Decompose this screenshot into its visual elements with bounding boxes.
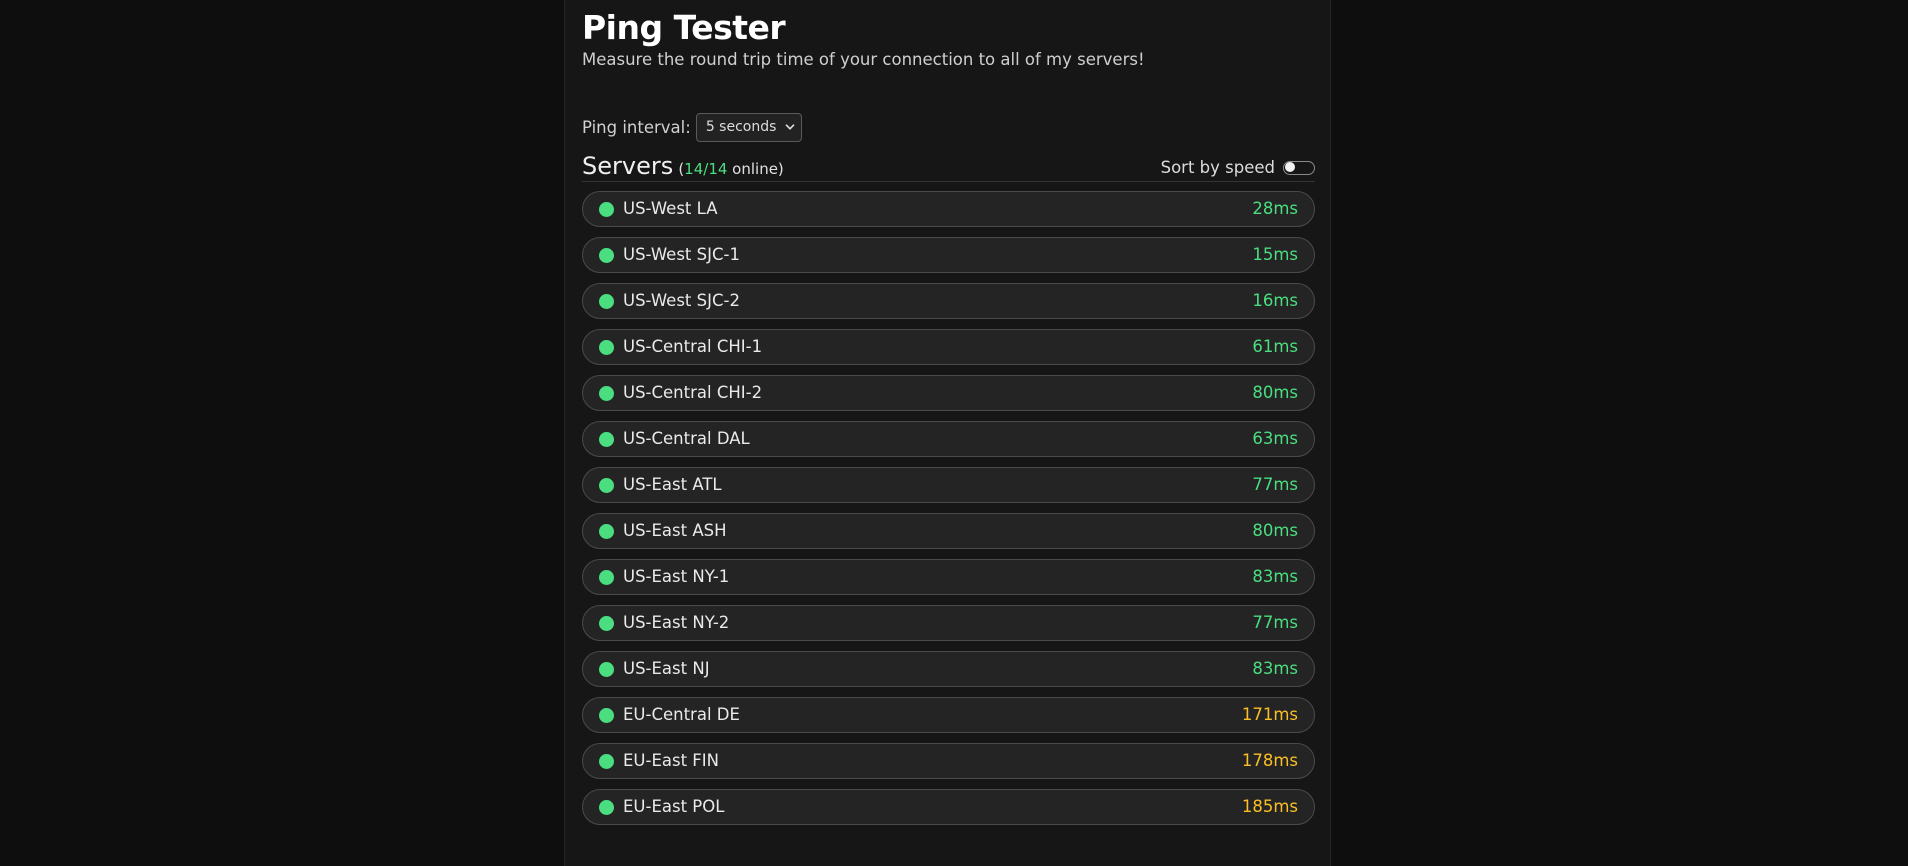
server-name: US-East NY-1 (623, 567, 730, 586)
sort-by-speed-label: Sort by speed (1160, 158, 1275, 177)
server-ping: 77ms (1252, 475, 1298, 494)
status-dot-icon (599, 478, 614, 493)
server-ping: 83ms (1252, 659, 1298, 678)
ping-interval-label: Ping interval: (582, 117, 691, 137)
server-ping: 63ms (1252, 429, 1298, 448)
ping-interval-value: 5 seconds (705, 119, 777, 135)
status-dot-icon (599, 202, 614, 217)
server-row: US-West LA 28ms (582, 191, 1315, 227)
page-subtitle: Measure the round trip time of your conn… (582, 50, 1145, 69)
server-ping: 15ms (1252, 245, 1298, 264)
chevron-down-icon (785, 124, 795, 130)
status-dot-icon (599, 248, 614, 263)
server-ping: 83ms (1252, 567, 1298, 586)
server-row: EU-Central DE 171ms (582, 697, 1315, 733)
server-name: US-West SJC-2 (623, 291, 740, 310)
page-title: Ping Tester (582, 8, 786, 47)
server-name: US-East NJ (623, 659, 710, 678)
status-dot-icon (599, 386, 614, 401)
servers-heading: Servers (582, 152, 674, 180)
status-dot-icon (599, 340, 614, 355)
server-name: EU-East POL (623, 797, 725, 816)
status-dot-icon (599, 524, 614, 539)
server-name: US-West SJC-1 (623, 245, 740, 264)
server-row: US-Central DAL 63ms (582, 421, 1315, 457)
sort-by-speed-toggle[interactable] (1283, 160, 1315, 175)
toggle-knob (1285, 162, 1295, 172)
server-name: EU-East FIN (623, 751, 720, 770)
server-name: EU-Central DE (623, 705, 740, 724)
server-ping: 80ms (1252, 383, 1298, 402)
server-ping: 61ms (1252, 337, 1298, 356)
status-dot-icon (599, 570, 614, 585)
server-row: US-East NY-1 83ms (582, 559, 1315, 595)
server-row: US-East ASH 80ms (582, 513, 1315, 549)
status-dot-icon (599, 616, 614, 631)
ping-interval-select[interactable]: 5 seconds (695, 112, 802, 142)
server-ping: 77ms (1252, 613, 1298, 632)
server-row: US-East NY-2 77ms (582, 605, 1315, 641)
server-name: US-East ATL (623, 475, 722, 494)
online-count: (14/14 online) (678, 160, 784, 178)
server-name: US-Central CHI-2 (623, 383, 763, 402)
status-dot-icon (599, 708, 614, 723)
server-ping: 178ms (1241, 751, 1298, 770)
status-dot-icon (599, 294, 614, 309)
status-dot-icon (599, 432, 614, 447)
status-dot-icon (599, 662, 614, 677)
sort-by-speed: Sort by speed (1161, 158, 1315, 177)
online-count-value: 14/14 (684, 160, 728, 178)
server-row: US-Central CHI-1 61ms (582, 329, 1315, 365)
server-ping: 28ms (1252, 199, 1298, 218)
servers-header: Servers (14/14 online) Sort by speed (582, 150, 1315, 182)
server-ping: 171ms (1241, 705, 1298, 724)
server-list: US-West LA 28ms US-West SJC-1 15ms US-West S… (582, 191, 1315, 835)
server-row: US-East ATL 77ms (582, 467, 1315, 503)
ping-interval-control: Ping interval: 5 seconds (582, 112, 802, 142)
server-row: US-Central CHI-2 80ms (582, 375, 1315, 411)
server-row: US-West SJC-1 15ms (582, 237, 1315, 273)
status-dot-icon (599, 800, 614, 815)
server-row: EU-East POL 185ms (582, 789, 1315, 825)
status-dot-icon (599, 754, 614, 769)
server-name: US-Central DAL (623, 429, 750, 448)
main-column: Ping Tester Measure the round trip time … (564, 0, 1331, 866)
server-ping: 80ms (1252, 521, 1298, 540)
servers-title: Servers (14/14 online) (582, 150, 784, 185)
server-row: US-East NJ 83ms (582, 651, 1315, 687)
server-name: US-Central CHI-1 (623, 337, 763, 356)
server-row: US-West SJC-2 16ms (582, 283, 1315, 319)
server-ping: 16ms (1252, 291, 1298, 310)
server-name: US-East NY-2 (623, 613, 730, 632)
server-row: EU-East FIN 178ms (582, 743, 1315, 779)
server-name: US-West LA (623, 199, 718, 218)
server-name: US-East ASH (623, 521, 727, 540)
server-ping: 185ms (1241, 797, 1298, 816)
